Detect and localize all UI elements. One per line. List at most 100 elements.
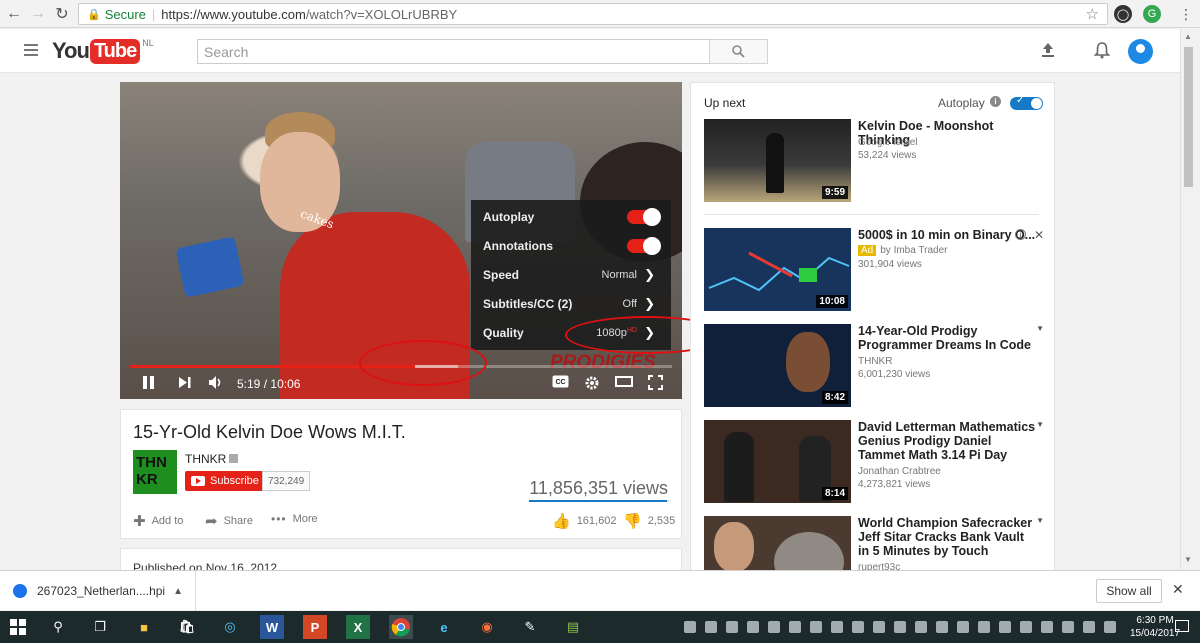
channel-name[interactable]: Google Israel	[858, 137, 917, 148]
action-menu-icon[interactable]: ▼	[1036, 516, 1044, 525]
annotations-toggle[interactable]	[627, 236, 661, 255]
channel-name[interactable]: by Imba Trader	[880, 245, 947, 256]
volume-icon[interactable]	[208, 375, 224, 393]
video-thumbnail[interactable]: 8:42	[704, 324, 851, 407]
paint-icon[interactable]: ✎	[518, 615, 542, 639]
more-button[interactable]: ••• More	[271, 512, 318, 526]
tray-icon[interactable]	[936, 621, 948, 633]
theater-mode-icon[interactable]	[615, 375, 633, 391]
notepad-icon[interactable]: ▤	[561, 615, 585, 639]
download-item[interactable]: 267023_Netherlan....hpi ▲	[0, 571, 196, 611]
reload-icon[interactable]: ↻	[50, 2, 74, 26]
autoplay-toggle[interactable]	[627, 207, 661, 226]
extension-gauge-icon[interactable]: ◯	[1114, 5, 1132, 23]
scroll-up-arrow-icon[interactable]: ▲	[1184, 32, 1192, 41]
search-input[interactable]: Search	[197, 39, 710, 64]
tray-icon[interactable]	[684, 621, 696, 633]
word-icon[interactable]: W	[260, 615, 284, 639]
tray-icon[interactable]	[1104, 621, 1116, 633]
recommended-video[interactable]: World Champion Safecracker Jeff Sitar Cr…	[704, 516, 1044, 571]
back-arrow-icon[interactable]: ←	[2, 2, 26, 26]
volume-icon[interactable]	[1083, 621, 1095, 633]
tray-icon[interactable]	[999, 621, 1011, 633]
tray-icon[interactable]	[831, 621, 843, 633]
address-bar[interactable]: 🔒 Secure | https://www.youtube.com/watch…	[78, 3, 1108, 25]
recommended-video[interactable]: 8:14 David Letterman Mathematics Genius …	[704, 420, 1044, 504]
notifications-bell-icon[interactable]	[1093, 42, 1111, 64]
video-thumbnail[interactable]	[704, 516, 851, 571]
scrollbar-thumb[interactable]	[1184, 47, 1193, 187]
scroll-down-arrow-icon[interactable]: ▼	[1184, 555, 1192, 564]
settings-subtitles-row[interactable]: Subtitles/CC (2) Off ❯	[471, 289, 671, 318]
tray-icon[interactable]	[1020, 621, 1032, 633]
close-icon[interactable]: ✕	[1172, 581, 1184, 598]
add-to-button[interactable]: ✚ Add to	[133, 512, 183, 530]
video-thumbnail[interactable]: 10:08	[704, 228, 851, 311]
upload-icon[interactable]	[1041, 42, 1055, 63]
tray-icon[interactable]	[852, 621, 864, 633]
windows-start-icon[interactable]	[6, 615, 30, 639]
fullscreen-icon[interactable]	[648, 375, 663, 393]
firefox-icon[interactable]: ◉	[475, 615, 499, 639]
channel-name[interactable]: Jonathan Crabtree	[858, 466, 941, 477]
youtube-logo[interactable]: You Tube NL	[52, 38, 154, 64]
chrome-menu-icon[interactable]: ⋮	[1174, 2, 1198, 26]
settings-speed-row[interactable]: Speed Normal ❯	[471, 260, 671, 289]
hamburger-menu-icon[interactable]	[24, 44, 38, 59]
tray-icon[interactable]	[978, 621, 990, 633]
system-clock[interactable]: 6:30 PM 15/04/2017	[1130, 614, 1180, 640]
tray-icon[interactable]	[1041, 621, 1053, 633]
file-explorer-icon[interactable]: ■	[132, 615, 156, 639]
search-icon[interactable]: ⚲	[46, 615, 70, 639]
action-center-icon[interactable]	[1175, 620, 1189, 632]
pause-icon[interactable]	[142, 375, 156, 393]
task-view-icon[interactable]: ❐	[88, 615, 112, 639]
tray-icon[interactable]	[789, 621, 801, 633]
tray-icon[interactable]	[810, 621, 822, 633]
channel-thumbnail[interactable]: THN KR	[133, 450, 177, 494]
close-icon[interactable]: ✕	[1034, 228, 1044, 242]
excel-icon[interactable]: X	[346, 615, 370, 639]
recommended-video[interactable]: 9:59 Kelvin Doe - Moonshot Thinking Goog…	[704, 119, 1044, 203]
tray-icon[interactable]	[1062, 621, 1074, 633]
next-icon[interactable]	[178, 375, 192, 393]
up-next-autoplay-toggle[interactable]: ✓	[1010, 95, 1043, 110]
settings-annotations-row[interactable]: Annotations	[471, 231, 671, 260]
chrome-icon[interactable]	[389, 615, 413, 639]
subscribe-button[interactable]: Subscribe	[185, 471, 265, 491]
video-thumbnail[interactable]: 8:14	[704, 420, 851, 503]
network-icon[interactable]	[957, 621, 969, 633]
extension-g-icon[interactable]: G	[1143, 5, 1161, 23]
chevron-up-icon[interactable]: ▲	[173, 586, 183, 597]
video-title[interactable]: 5000$ in 10 min on Binary O...	[858, 228, 1038, 242]
video-title[interactable]: 14-Year-Old Prodigy Programmer Dreams In…	[858, 324, 1038, 352]
tray-icon[interactable]	[873, 621, 885, 633]
globe-app-icon[interactable]: ◎	[218, 615, 242, 639]
video-title[interactable]: David Letterman Mathematics Genius Prodi…	[858, 420, 1038, 462]
tray-icon[interactable]	[726, 621, 738, 633]
video-thumbnail[interactable]: 9:59	[704, 119, 851, 202]
forward-arrow-icon[interactable]: →	[26, 2, 50, 26]
captions-icon[interactable]: CC	[552, 375, 569, 391]
store-icon[interactable]: 🛍	[175, 615, 199, 639]
battery-icon[interactable]	[894, 621, 906, 633]
recommended-video[interactable]: 8:42 14-Year-Old Prodigy Programmer Drea…	[704, 324, 1044, 408]
channel-name[interactable]: THNKR	[858, 356, 892, 367]
bookmark-star-icon[interactable]: ☆	[1086, 5, 1099, 23]
settings-gear-icon[interactable]	[584, 375, 600, 394]
show-all-button[interactable]: Show all	[1096, 579, 1162, 603]
powerpoint-icon[interactable]: P	[303, 615, 327, 639]
info-icon[interactable]: i	[990, 96, 1001, 107]
action-menu-icon[interactable]: ▼	[1036, 324, 1044, 333]
ad-video[interactable]: 10:08 5000$ in 10 min on Binary O... i ✕…	[704, 228, 1044, 312]
account-avatar[interactable]	[1128, 39, 1153, 64]
edge-icon[interactable]: e	[432, 615, 456, 639]
tray-icon[interactable]	[747, 621, 759, 633]
channel-name-link[interactable]: THNKR	[185, 452, 239, 466]
settings-autoplay-row[interactable]: Autoplay	[471, 202, 671, 231]
tray-icon[interactable]	[915, 621, 927, 633]
tray-icon[interactable]	[768, 621, 780, 633]
ad-info-icon[interactable]: i	[1015, 229, 1026, 240]
share-button[interactable]: ➦ Share	[205, 512, 253, 530]
video-title[interactable]: World Champion Safecracker Jeff Sitar Cr…	[858, 516, 1038, 558]
